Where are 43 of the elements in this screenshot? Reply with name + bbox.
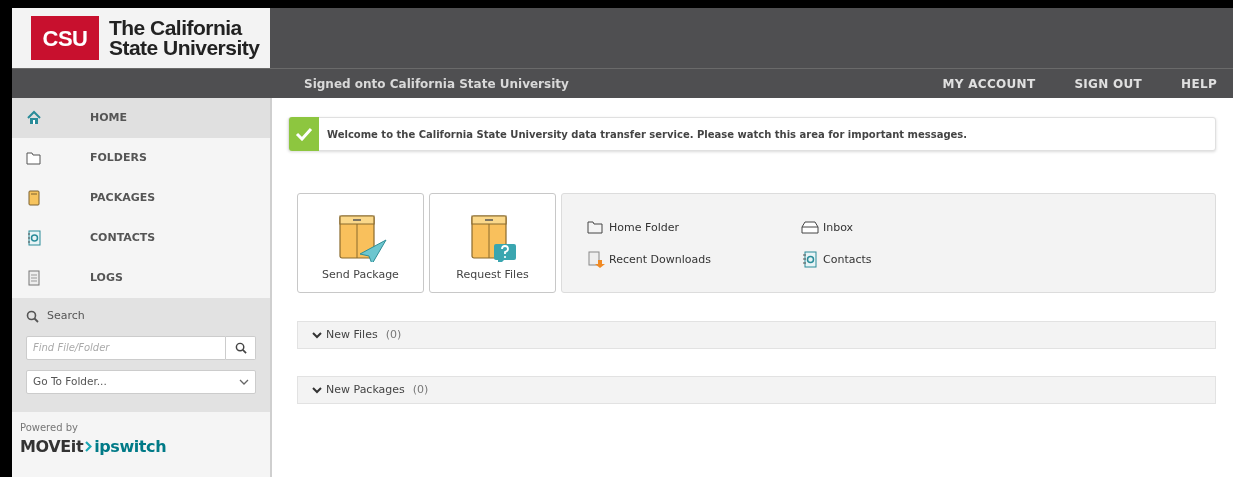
search-icon: [234, 341, 247, 354]
address-book-icon: [801, 251, 819, 269]
nav-link[interactable]: MY ACCOUNT: [942, 74, 1036, 93]
sidebar-item[interactable]: HOME: [12, 98, 270, 138]
signed-on-text: Signed onto California State University: [304, 75, 570, 93]
package-icon: [26, 190, 42, 206]
logo-mark: CSU: [31, 16, 99, 60]
tray-icon: [801, 219, 819, 237]
quick-link[interactable]: Inbox: [801, 218, 1001, 238]
chevron-right-icon: [85, 441, 93, 452]
action-tile[interactable]: Request Files: [429, 193, 556, 293]
section-header[interactable]: New Packages (0): [297, 376, 1216, 404]
quick-link[interactable]: Contacts: [801, 250, 1001, 270]
quick-link[interactable]: Recent Downloads: [587, 250, 801, 270]
action-tile[interactable]: Send Package: [297, 193, 424, 293]
search-icon: [26, 309, 39, 323]
document-icon: [26, 270, 42, 286]
quick-link[interactable]: Home Folder: [587, 218, 801, 238]
nav-link[interactable]: HELP: [1181, 74, 1217, 93]
logo-text: The California: [109, 18, 244, 38]
brand-name: MOVEit: [20, 435, 84, 458]
section-title: New Files: [326, 326, 378, 343]
download-document-icon: [587, 251, 605, 269]
item-count: (0): [385, 326, 402, 343]
message-text: Welcome to the California State University data transfer service. Please watch this area for important messages.: [326, 127, 968, 142]
chevron-down-icon: [312, 330, 322, 340]
search-button[interactable]: [226, 335, 256, 360]
search-field[interactable]: Find File/Folder: [26, 335, 226, 360]
nav-link[interactable]: SIGN OUT: [1074, 74, 1143, 93]
folder-icon: [26, 150, 42, 166]
folder-dropdown[interactable]: Go To Folder...: [26, 369, 256, 394]
address-book-icon: [26, 230, 42, 246]
chevron-down-icon: [312, 385, 322, 395]
section-header[interactable]: New Files (0): [297, 321, 1216, 349]
folder-icon: [587, 219, 605, 237]
search-heading: Search: [47, 308, 85, 324]
powered-by-text: Powered by: [20, 420, 79, 435]
vendor-name: ipswitch: [94, 435, 167, 458]
logo-text: State University: [109, 38, 260, 58]
section-title: New Packages: [326, 381, 405, 398]
home-icon: [26, 110, 42, 126]
chevron-down-icon: [239, 378, 249, 385]
item-count: (0): [412, 381, 429, 398]
